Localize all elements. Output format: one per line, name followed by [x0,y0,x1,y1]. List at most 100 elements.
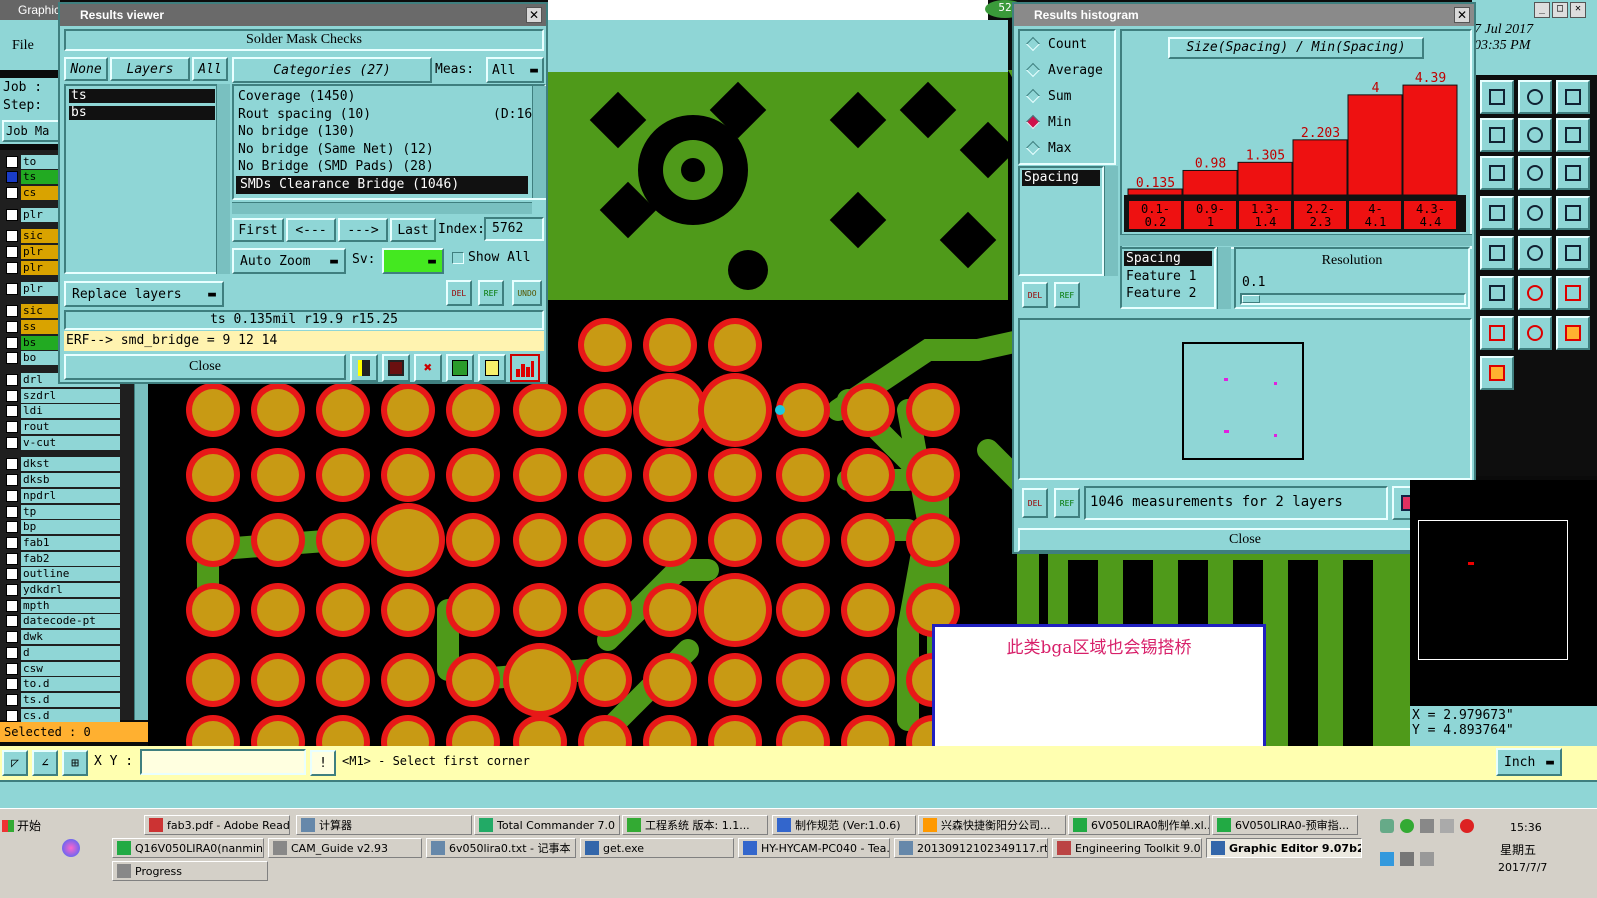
results-viewer-titlebar[interactable]: Results viewer [60,4,546,26]
layer-checkbox[interactable] [6,536,18,549]
none-button[interactable]: None [64,57,108,81]
features-scrollbar[interactable] [1217,247,1231,309]
slider-handle[interactable] [1242,295,1260,303]
ratio-icon[interactable] [1480,156,1514,190]
smd-pad[interactable] [452,659,494,701]
category-item[interactable]: Coverage (1450) [234,88,544,106]
menu-file[interactable]: File [12,38,34,54]
del-button[interactable]: DEL [446,280,472,306]
category-item[interactable]: Rout spacing (10) (D:16) [234,106,544,124]
smd-pad[interactable] [649,589,691,631]
layer-name[interactable]: to.d [21,677,120,692]
layer-name[interactable]: rout [21,420,120,434]
smd-pad[interactable] [649,324,691,366]
smd-pad[interactable] [257,659,299,701]
scale-icon[interactable] [1556,118,1590,152]
smd-pad[interactable] [584,659,626,701]
layer-name[interactable]: v-cut [21,435,120,450]
layer-row[interactable]: dwk [0,630,120,645]
smd-pad[interactable] [584,519,626,561]
layer-checkbox[interactable] [6,474,18,487]
taskbar-button[interactable]: 制作规范 (Ver:1.0.6) [772,815,916,835]
layer-checkbox[interactable] [6,246,18,258]
smd-pad[interactable] [714,519,756,561]
layer-name[interactable]: ldi [21,404,120,419]
sv-color-dropdown[interactable]: ▬ [382,248,444,274]
smd-pad[interactable] [192,389,234,431]
layer-row[interactable]: npdrl [0,488,120,503]
text-a-icon[interactable] [1480,316,1514,350]
list-item[interactable]: Spacing [1022,170,1100,186]
layer-name[interactable]: bp [21,520,120,535]
layer-checkbox[interactable] [6,373,18,386]
replace-layers-dropdown[interactable]: Replace layers ▬ [64,281,224,307]
layer-checkbox[interactable] [6,458,18,471]
layer-checkbox[interactable] [6,352,18,365]
layer-checkbox[interactable] [6,662,18,675]
taskbar-button[interactable]: fab3.pdf - Adobe Reader [144,815,290,835]
hist-del-button[interactable]: DEL [1022,282,1048,308]
fill-icon[interactable] [1556,276,1590,310]
smd-pad[interactable] [847,454,889,496]
layer-checkbox[interactable] [6,320,18,333]
smd-pad[interactable] [322,519,364,561]
layer-name[interactable]: fab2 [21,551,120,566]
tray-icon[interactable] [1380,852,1394,866]
grid-icon[interactable]: ⊞ [62,750,88,776]
first-button[interactable]: First [232,218,284,242]
layer-checkbox[interactable] [6,599,18,612]
ref-button[interactable]: REF [478,280,504,306]
layer-row[interactable]: fab1 [0,535,120,550]
pointer-icon[interactable] [1556,316,1590,350]
preview-box[interactable] [1182,342,1304,460]
layer-row[interactable]: cs.d [0,708,120,723]
smd-pad[interactable] [387,589,429,631]
tray-icon[interactable] [1440,819,1454,833]
meas-dropdown[interactable]: All ▬ [486,57,544,83]
xy-input[interactable] [140,749,306,775]
taskbar-button[interactable]: CAM_Guide v2.93 [268,838,422,858]
smd-pad[interactable] [649,454,691,496]
smd-pad[interactable] [912,454,954,496]
layer-name[interactable]: szdrl [21,388,120,403]
taskbar-button[interactable]: get.exe [580,838,734,858]
smd-pad[interactable] [192,659,234,701]
smd-pad[interactable] [847,659,889,701]
box-icon[interactable] [1480,118,1514,152]
layer-checkbox[interactable] [6,631,18,644]
smd-pad[interactable] [322,389,364,431]
layer-name[interactable]: ydkdrl [21,583,120,597]
smd-pad[interactable] [322,589,364,631]
category-item[interactable]: SMDs Clearance Bridge (1046) [236,175,528,194]
layer-checkbox[interactable] [6,646,18,659]
layer-name[interactable]: d [21,645,120,660]
smd-pad[interactable] [519,454,561,496]
statistics-icon[interactable] [350,354,378,382]
smd-pad[interactable] [714,659,756,701]
smd-pad[interactable] [322,454,364,496]
categories-hscrollbar[interactable] [232,202,532,214]
layer-results-scrollbar[interactable] [216,84,230,274]
taskbar-button[interactable]: Progress [112,861,268,881]
histogram-bar[interactable] [1237,161,1293,196]
layer-name[interactable]: fab1 [21,535,120,550]
circle-icon[interactable] [1556,196,1590,230]
job-matrix-button[interactable]: Job Ma [2,120,60,142]
smd-pad[interactable] [847,589,889,631]
layer-checkbox[interactable] [6,709,18,722]
hand-icon[interactable] [1480,356,1514,390]
smd-pad[interactable] [782,389,824,431]
layer-checkbox[interactable] [6,305,18,318]
layer-row[interactable]: dksb [0,473,120,488]
layer-checkbox[interactable] [6,615,18,628]
layer-name[interactable]: datecode-pt [21,614,120,629]
minimize-icon[interactable]: _ [1534,2,1550,18]
smd-pad[interactable] [257,589,299,631]
smd-pad[interactable] [387,659,429,701]
layer-row[interactable]: ydkdrl [0,583,120,598]
layer-checkbox[interactable] [6,171,18,184]
list-item[interactable]: bs [69,106,215,120]
line-icon[interactable] [1480,236,1514,270]
smd-pad[interactable] [912,519,954,561]
smd-pad[interactable] [452,454,494,496]
